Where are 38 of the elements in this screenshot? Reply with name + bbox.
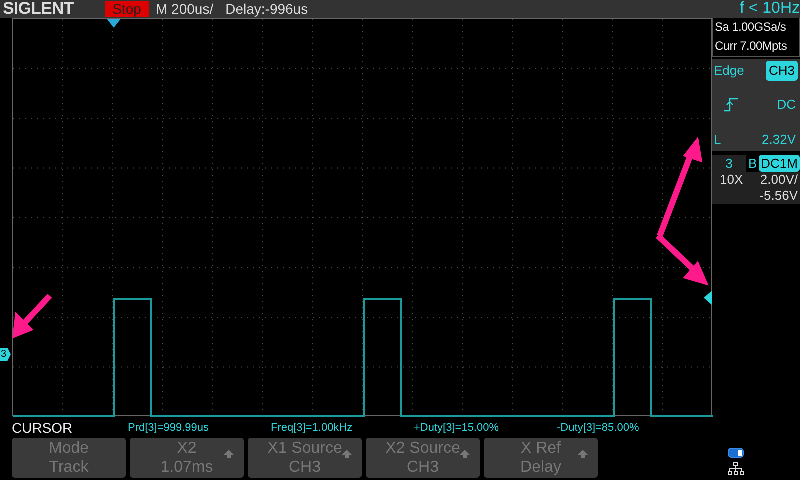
- vertical-scale: 2.00V/: [760, 172, 798, 188]
- menu-title: CURSOR: [12, 418, 74, 438]
- trigger-level-marker: [704, 291, 712, 305]
- rising-edge-icon: [724, 98, 738, 112]
- softkey-button[interactable]: Mode Track: [12, 438, 126, 478]
- softkey-button[interactable]: X2 Source CH3: [366, 438, 480, 478]
- toggle-icon: [728, 448, 744, 458]
- channel-number: 3: [712, 155, 746, 172]
- softkey-button[interactable]: X Ref Delay: [484, 438, 598, 478]
- network-icon: [728, 462, 744, 476]
- vertical-offset: -5.56V: [760, 188, 798, 204]
- softkey-button[interactable]: X1 Source CH3: [248, 438, 362, 478]
- softkey-button[interactable]: X2 1.07ms: [130, 438, 244, 478]
- trigger-coupling: DC: [777, 96, 796, 114]
- frequency: f < 10Hz: [740, 0, 800, 18]
- sample-rate: Sa 1.00GSa/s: [715, 19, 788, 36]
- bandwidth-limit-label: B: [748, 155, 758, 172]
- run-state: Stop: [105, 1, 149, 17]
- trigger-level: 2.32V: [762, 130, 796, 148]
- trigger-type: Edge: [714, 62, 744, 80]
- measurement-reading: Prd[3]=999.99us: [128, 420, 210, 436]
- memory-depth: Curr 7.00Mpts: [715, 38, 788, 55]
- up-arrow-icon: [342, 450, 352, 458]
- up-arrow-icon: [224, 450, 234, 458]
- channel-marker: 3: [0, 348, 11, 361]
- probe-ratio: 10X: [720, 172, 744, 188]
- channel-coupling: DC1M: [759, 155, 800, 172]
- trigger-level-label: L: [714, 130, 722, 148]
- annotation-arrow: [12, 294, 52, 339]
- up-arrow-icon: [460, 450, 470, 458]
- trigger-source: CH3: [766, 61, 798, 80]
- measurement-reading: +Duty[3]=15.00%: [414, 420, 500, 436]
- up-arrow-icon: [578, 450, 588, 458]
- brand-logo: SIGLENT: [3, 0, 75, 18]
- measurement-reading: -Duty[3]=85.00%: [557, 420, 640, 436]
- timebase: M 200us/: [156, 0, 214, 18]
- measurement-reading: Freq[3]=1.00kHz: [271, 420, 354, 436]
- delay: Delay:-996us: [226, 0, 308, 18]
